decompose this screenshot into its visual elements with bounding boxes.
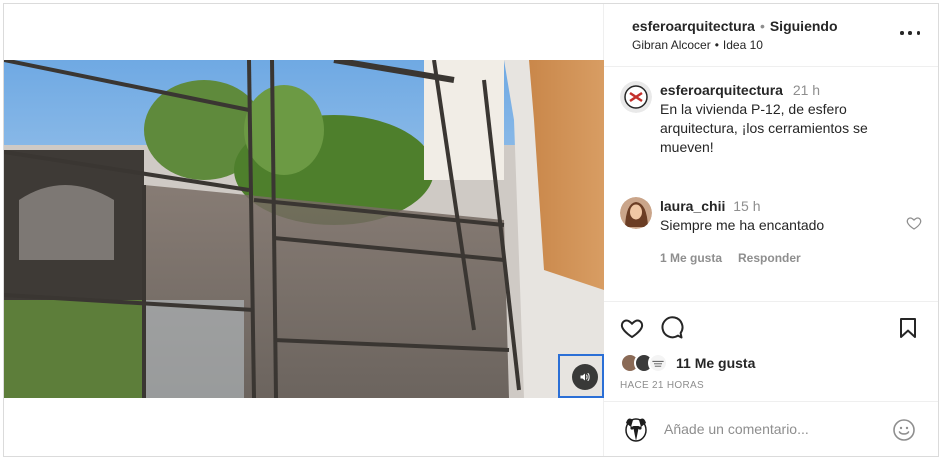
comment-meta: 1 Me gusta Responder [660,249,824,267]
comment-body: laura_chii 15 h Siempre me ha encantado … [660,197,824,267]
media-panel [4,4,604,456]
comment-likes-link[interactable]: 1 Me gusta [660,249,722,267]
like-button[interactable] [620,316,644,340]
avatar [648,353,668,373]
header-names: esferoarquitectura • Siguiendo Gibran Al… [632,18,838,52]
audio-title-link[interactable]: Idea 10 [723,38,763,52]
action-bar [604,301,938,352]
mute-toggle-button[interactable] [572,364,598,390]
liker-avatars [620,353,670,373]
video-frame-image [4,60,604,398]
post-timestamp[interactable]: HACE 21 HORAS [604,374,938,401]
heart-icon [620,319,644,339]
caption-username[interactable]: esferoarquitectura [660,82,783,98]
post-video[interactable] [4,60,604,398]
post-header: esferoarquitectura • Siguiendo Gibran Al… [604,4,938,67]
avatar[interactable] [620,81,652,113]
header-author-line: esferoarquitectura • Siguiendo [632,18,838,34]
comments-section: esferoarquitectura 21 h En la vivienda P… [604,67,938,301]
bookmark-icon [900,318,916,338]
audio-separator: • [714,38,719,52]
separator-dot: • [759,18,765,34]
post-side-panel: esferoarquitectura • Siguiendo Gibran Al… [604,4,938,456]
comment-button[interactable] [660,316,684,340]
reply-button[interactable]: Responder [738,249,801,267]
caption-time: 21 h [792,82,821,98]
audio-line: Gibran Alcocer • Idea 10 [632,38,838,52]
save-button[interactable] [896,316,920,340]
likes-row: 11 Me gusta [604,352,938,374]
caption-text: En la vivienda P-12, de esfero arquitect… [660,101,868,155]
comment-like-heart-icon[interactable] [906,215,922,231]
avatar[interactable] [620,197,652,229]
comment-username[interactable]: laura_chii [660,198,725,214]
likes-count[interactable]: 11 Me gusta [676,355,755,371]
emoji-icon[interactable] [892,418,916,442]
caption: esferoarquitectura 21 h En la vivienda P… [620,81,922,157]
author-username[interactable]: esferoarquitectura [632,18,755,34]
caption-body: esferoarquitectura 21 h En la vivienda P… [660,81,890,157]
post-dialog: esferoarquitectura • Siguiendo Gibran Al… [3,3,939,457]
speaker-icon [580,373,590,381]
avatar [620,413,652,445]
list-item: laura_chii 15 h Siempre me ha encantado … [620,197,922,267]
comment-time: 15 h [733,198,761,214]
comment-bubble-icon [661,316,684,339]
comment-input[interactable] [664,421,884,437]
add-comment-bar [604,401,938,456]
following-button[interactable]: Siguiendo [770,18,838,34]
more-options-icon[interactable] [900,26,920,40]
collaborator-link[interactable]: Gibran Alcocer [632,38,711,52]
comment-text: Siempre me ha encantado [660,217,825,233]
